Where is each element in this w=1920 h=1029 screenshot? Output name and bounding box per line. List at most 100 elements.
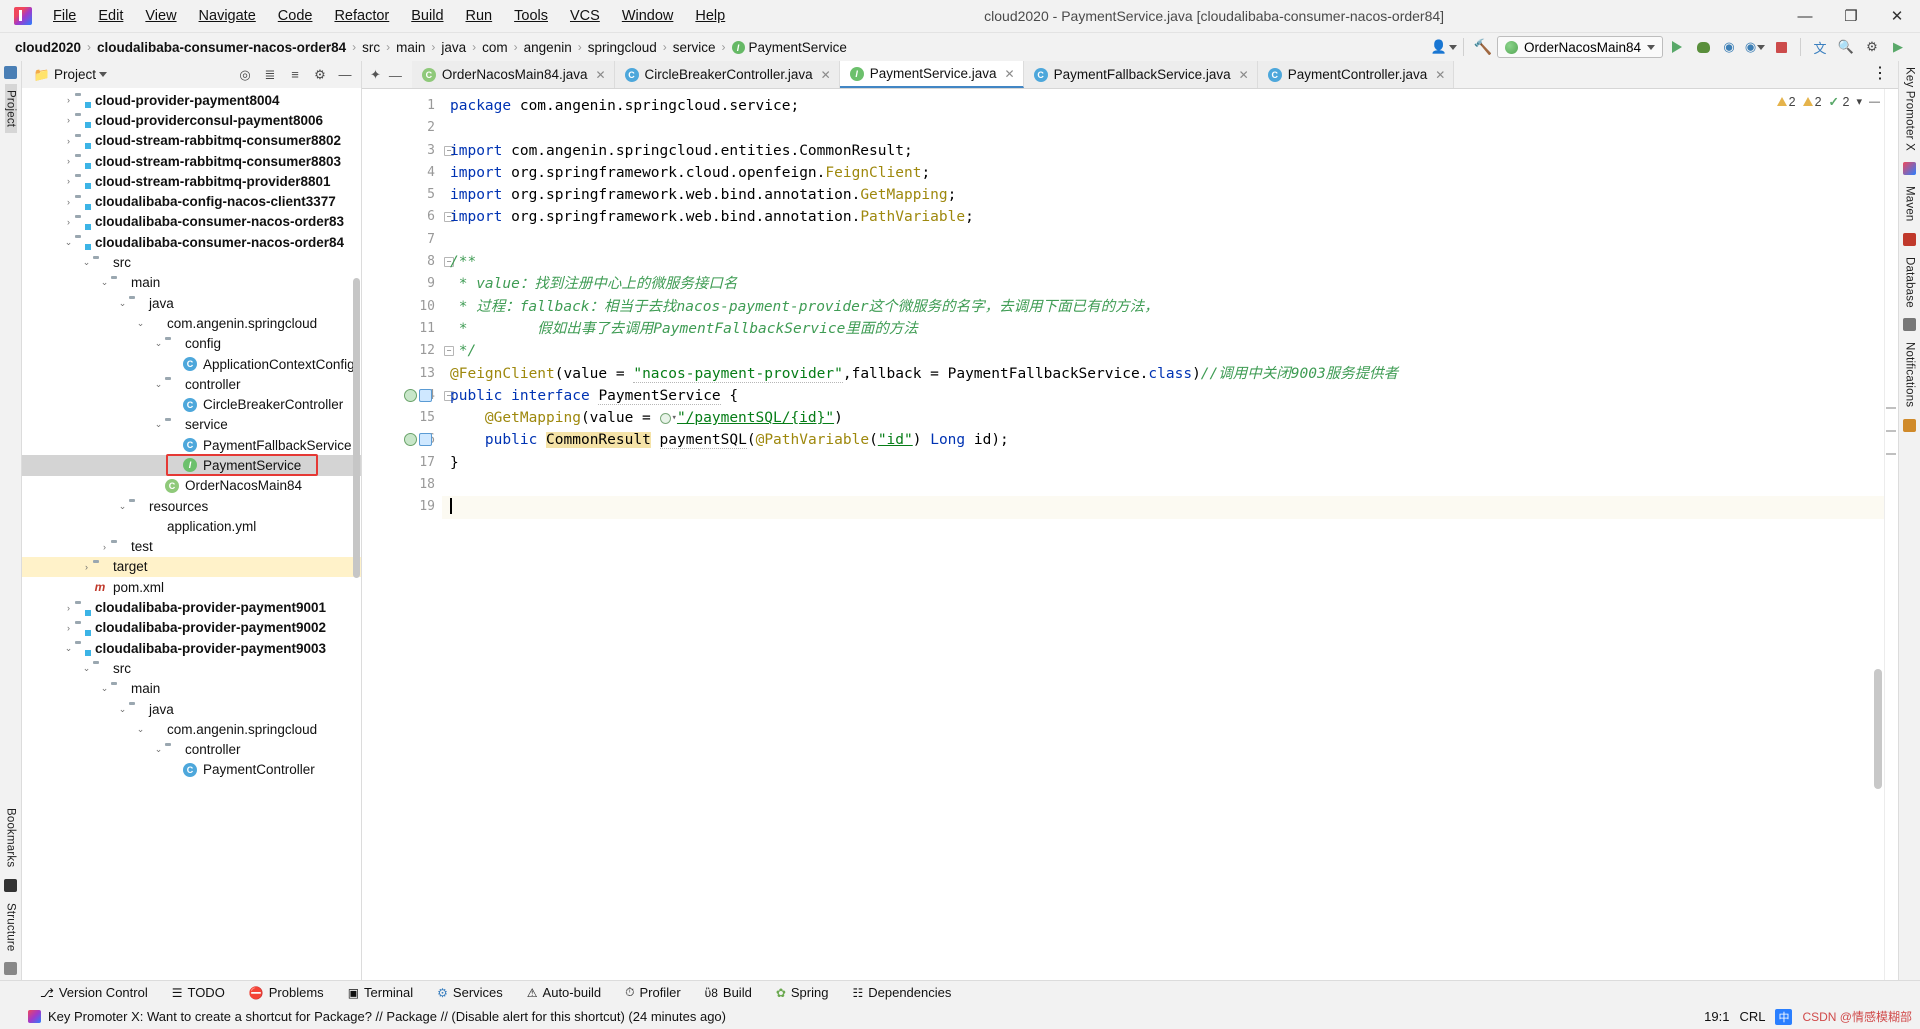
tree-node[interactable]: › test [22,537,361,557]
chevron-down-icon[interactable] [99,72,108,77]
inspection-settings-icon[interactable]: — [1869,96,1880,108]
tree-node[interactable]: ⌄ main [22,679,361,699]
chevron-down-icon[interactable]: ⌄ [152,419,165,430]
close-icon[interactable]: ✕ [1239,68,1249,82]
select-opened-file-icon[interactable]: ◎ [233,64,257,86]
tree-node[interactable]: ⌄ com.angenin.springcloud [22,313,361,333]
line-number[interactable]: 4 [362,162,442,184]
chevron-down-icon[interactable]: ⌄ [62,643,75,654]
tree-node[interactable]: C CircleBreakerController [22,394,361,414]
bottom-tool-dependencies[interactable]: ☷ Dependencies [840,985,963,1000]
maximize-button[interactable]: ❐ [1828,0,1874,32]
key-promoter-icon[interactable] [1903,161,1916,175]
tree-node[interactable]: › target [22,556,361,578]
chevron-down-icon[interactable]: ⌄ [152,744,165,755]
debug-icon[interactable] [1691,36,1715,58]
chevron-right-icon[interactable]: › [62,623,75,633]
bottom-tool-version-control[interactable]: ⎇ Version Control [28,985,160,1000]
tab-overflow-icon[interactable]: ⋮ [1872,63,1898,88]
chevron-down-icon[interactable]: ⌄ [152,338,165,349]
hide-icon[interactable]: — [333,64,357,86]
tree-node[interactable]: › cloud-stream-rabbitmq-consumer8802 [22,131,361,151]
chevron-down-icon[interactable]: ⌄ [98,683,111,694]
editor-tab[interactable]: C CircleBreakerController.java ✕ [614,61,840,88]
line-number[interactable]: 15 [362,407,442,429]
chevron-down-icon[interactable]: ⌄ [98,277,111,288]
tree-node[interactable]: › cloud-providerconsul-payment8006 [22,110,361,130]
user-dropdown-icon[interactable]: 👤 [1431,36,1458,58]
chevron-down-icon[interactable]: ⌄ [152,379,165,390]
bottom-tool-bar[interactable]: ⎇ Version Control ☰ TODO ⛔ Problems ▣ Terminal ⚙… [0,980,1920,1004]
menu-navigate[interactable]: Navigate [188,5,267,27]
chevron-down-icon[interactable]: ▾ [1856,95,1862,108]
tree-node[interactable]: › cloudalibaba-provider-payment9001 [22,597,361,617]
menu-refactor[interactable]: Refactor [323,5,400,27]
menu-build[interactable]: Build [400,5,454,27]
rail-item-database[interactable]: Database [1904,251,1916,314]
chevron-right-icon[interactable]: › [98,542,111,552]
tree-node[interactable]: › cloud-stream-rabbitmq-provider8801 [22,171,361,191]
menu-view[interactable]: View [134,5,187,27]
chevron-down-icon[interactable]: ⌄ [80,257,93,268]
pin-icon[interactable]: ✦ [370,67,381,83]
line-number[interactable]: 19 [362,496,442,518]
bottom-tool-terminal[interactable]: ▣ Terminal [336,985,425,1000]
line-number[interactable]: 2 [362,117,442,139]
chevron-right-icon[interactable]: › [62,197,75,207]
menu-run[interactable]: Run [455,5,504,27]
spring-bean-icon[interactable] [404,433,417,447]
menu-bar[interactable]: File Edit View Navigate Code Refactor Bu… [42,5,736,27]
tree-node-selected[interactable]: I PaymentService [22,455,361,476]
implementation-icon[interactable] [419,433,432,447]
line-number[interactable]: 13 [362,363,442,385]
bottom-tool-spring[interactable]: ✿ Spring [764,985,841,1000]
collapse-all-icon[interactable]: ≡ [283,64,307,86]
rail-item-maven[interactable]: Maven [1904,180,1916,228]
maven-icon[interactable] [1903,232,1916,246]
run-with-coverage-icon[interactable]: ◉ [1717,36,1741,58]
hide-editor-icon[interactable]: — [389,68,402,83]
chevron-right-icon[interactable]: › [62,115,75,125]
menu-vcs[interactable]: VCS [559,5,611,27]
inspection-scrollbar[interactable] [1884,89,1898,980]
line-number[interactable]: 8− [362,251,454,273]
chevron-right-icon[interactable]: › [62,156,75,166]
gutter-marker[interactable] [404,433,432,447]
line-number[interactable]: 18 [362,474,442,496]
breadcrumb-item-main[interactable]: main [391,39,430,56]
tree-node[interactable]: ⌄ java [22,293,361,313]
window-controls[interactable]: — ❐ ✕ [1782,0,1920,32]
ime-indicator[interactable]: 中 [1775,1008,1793,1025]
rail-item-structure[interactable]: Structure [5,897,17,957]
tree-node[interactable]: ⌄ src [22,658,361,678]
editor-tab[interactable]: C OrderNacosMain84.java ✕ [411,61,615,88]
tree-node[interactable]: › cloudalibaba-provider-payment9002 [22,618,361,638]
breadcrumb-item-springcloud[interactable]: springcloud [583,39,662,56]
tree-node[interactable]: ⌄ controller [22,374,361,394]
ide-help-icon[interactable]: ▶ [1886,36,1910,58]
line-number[interactable]: 1 [362,95,442,117]
chevron-right-icon[interactable]: › [80,562,93,572]
editor-tab-active[interactable]: I PaymentService.java ✕ [839,61,1024,88]
code-analysis-status[interactable]: 2 2 ✓ 2 ▾ — [1776,94,1880,109]
tree-node[interactable]: ⌄ com.angenin.springcloud [22,719,361,739]
line-number[interactable]: 5 [362,184,442,206]
profiler-icon[interactable]: ◉ [1743,36,1767,58]
build-hammer-icon[interactable]: 🔨 [1471,36,1495,58]
tree-node[interactable]: C OrderNacosMain84 [22,476,361,496]
editor-tab[interactable]: C PaymentFallbackService.java ✕ [1023,61,1258,88]
tree-node[interactable]: ⌄ cloudalibaba-provider-payment9003 [22,638,361,658]
tree-node[interactable]: m pom.xml [22,577,361,597]
breadcrumb-item-file[interactable]: I PaymentService [727,39,852,56]
chevron-right-icon[interactable]: › [62,176,75,186]
chevron-right-icon[interactable]: › [62,217,75,227]
bottom-tool-auto-build[interactable]: ⚠ Auto-build [515,985,613,1000]
close-button[interactable]: ✕ [1874,0,1920,32]
line-number[interactable]: 16 [362,429,442,451]
tree-node[interactable]: ⌄ src [22,252,361,272]
close-icon[interactable]: ✕ [595,68,605,82]
close-icon[interactable]: ✕ [821,68,831,82]
search-icon[interactable]: 🔍 [1834,36,1858,58]
chevron-down-icon[interactable]: ⌄ [116,501,129,512]
tree-node[interactable]: ⌄ cloudalibaba-consumer-nacos-order84 [22,232,361,252]
